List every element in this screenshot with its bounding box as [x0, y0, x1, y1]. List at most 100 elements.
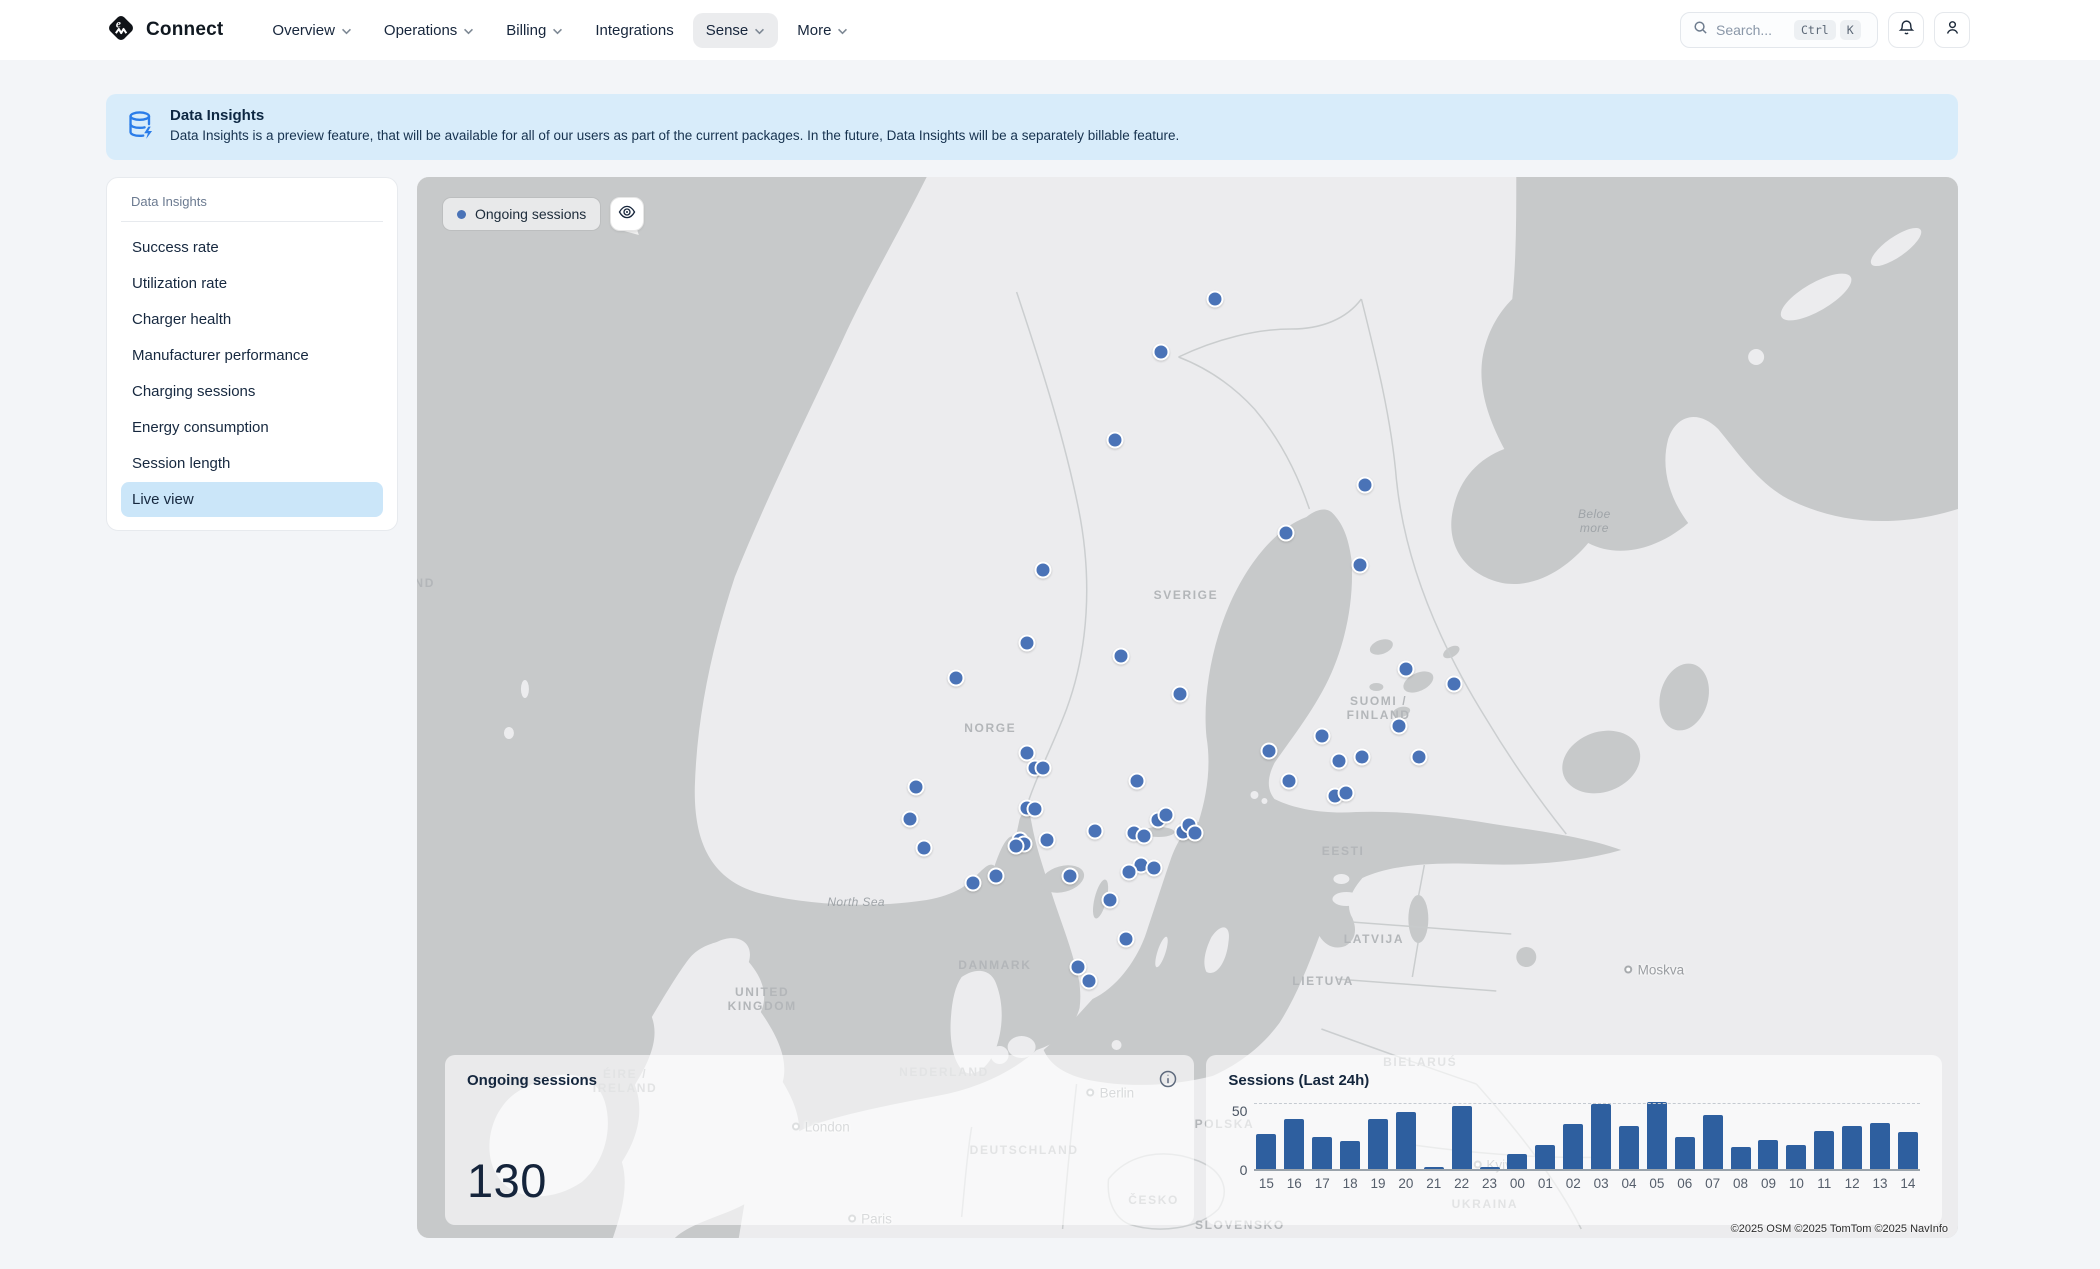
x-tick-14: 14 — [1898, 1176, 1918, 1191]
sidebar-item-manufacturer-performance[interactable]: Manufacturer performance — [121, 338, 383, 373]
sidebar-item-utilization-rate[interactable]: Utilization rate — [121, 266, 383, 301]
session-dot[interactable] — [908, 779, 925, 796]
x-tick-04: 04 — [1619, 1176, 1639, 1191]
x-tick-18: 18 — [1340, 1176, 1360, 1191]
ongoing-sessions-card: Ongoing sessions 130 — [445, 1055, 1194, 1225]
sidebar-item-charging-sessions[interactable]: Charging sessions — [121, 374, 383, 409]
legend-ongoing-sessions[interactable]: Ongoing sessions — [443, 198, 600, 230]
info-icon[interactable] — [1158, 1069, 1178, 1094]
shortcut-key-ctrl: Ctrl — [1794, 20, 1836, 40]
session-dot[interactable] — [1313, 728, 1330, 745]
nav-item-operations[interactable]: Operations — [371, 13, 487, 48]
session-dot[interactable] — [1117, 930, 1134, 947]
bar-hour-12 — [1842, 1126, 1862, 1169]
session-dot[interactable] — [1008, 838, 1025, 855]
session-dot[interactable] — [1187, 824, 1204, 841]
session-dot[interactable] — [1128, 772, 1145, 789]
session-dot[interactable] — [902, 810, 919, 827]
sidebar-item-session-length[interactable]: Session length — [121, 446, 383, 481]
session-dot[interactable] — [1087, 822, 1104, 839]
user-icon — [1944, 19, 1961, 41]
chevron-down-icon — [463, 22, 474, 39]
x-tick-03: 03 — [1591, 1176, 1611, 1191]
toggle-visibility-button[interactable] — [610, 197, 644, 231]
session-dot[interactable] — [1352, 557, 1369, 574]
data-insights-banner: Data Insights Data Insights is a preview… — [106, 94, 1958, 160]
session-dot[interactable] — [1390, 717, 1407, 734]
session-dot[interactable] — [1207, 291, 1224, 308]
nav-item-integrations[interactable]: Integrations — [582, 13, 686, 48]
x-tick-16: 16 — [1284, 1176, 1304, 1191]
sidebar-item-success-rate[interactable]: Success rate — [121, 230, 383, 265]
session-dot[interactable] — [1136, 827, 1153, 844]
account-button[interactable] — [1934, 12, 1970, 48]
sidebar-item-energy-consumption[interactable]: Energy consumption — [121, 410, 383, 445]
session-dot[interactable] — [1410, 749, 1427, 766]
sidebar-items: Success rateUtilization rateCharger heal… — [121, 230, 383, 517]
session-dot[interactable] — [1281, 772, 1298, 789]
session-dot[interactable] — [1034, 561, 1051, 578]
nav-item-overview[interactable]: Overview — [259, 13, 365, 48]
notifications-button[interactable] — [1888, 12, 1924, 48]
x-tick-10: 10 — [1786, 1176, 1806, 1191]
session-dot[interactable] — [948, 669, 965, 686]
x-tick-00: 00 — [1507, 1176, 1527, 1191]
database-lightning-icon — [126, 110, 156, 147]
search-box[interactable]: CtrlK — [1680, 12, 1878, 48]
session-dot[interactable] — [1019, 634, 1036, 651]
x-tick-01: 01 — [1535, 1176, 1555, 1191]
bar-hour-04 — [1619, 1126, 1639, 1169]
eye-icon — [618, 203, 636, 226]
live-view-map[interactable]: SVERIGENORGESUOMI / FINLANDEESTILATVIJAL… — [417, 177, 1958, 1238]
brand[interactable]: e Connect — [106, 13, 223, 48]
bar-hour-01 — [1535, 1145, 1555, 1169]
session-dot[interactable] — [1153, 344, 1170, 361]
session-dot[interactable] — [1113, 647, 1130, 664]
bar-hour-18 — [1340, 1141, 1360, 1169]
session-dot[interactable] — [1398, 661, 1415, 678]
session-dot[interactable] — [1145, 859, 1162, 876]
session-dot[interactable] — [1034, 759, 1051, 776]
sessions-bar-plot — [1254, 1103, 1920, 1171]
x-tick-08: 08 — [1731, 1176, 1751, 1191]
session-dot[interactable] — [915, 839, 932, 856]
chevron-down-icon — [754, 22, 765, 39]
nav-item-sense[interactable]: Sense — [693, 13, 779, 48]
session-dot[interactable] — [1107, 432, 1124, 449]
x-tick-15: 15 — [1256, 1176, 1276, 1191]
nav-item-billing[interactable]: Billing — [493, 13, 576, 48]
session-dot[interactable] — [1039, 832, 1056, 849]
x-tick-23: 23 — [1480, 1176, 1500, 1191]
shortcut-key-k: K — [1840, 20, 1861, 40]
sidebar-item-charger-health[interactable]: Charger health — [121, 302, 383, 337]
session-dot[interactable] — [1062, 868, 1079, 885]
session-dot[interactable] — [988, 868, 1005, 885]
sidebar-item-live-view[interactable]: Live view — [121, 482, 383, 517]
bar-hour-23 — [1480, 1167, 1500, 1169]
bar-hour-03 — [1591, 1104, 1611, 1169]
session-dot[interactable] — [1171, 685, 1188, 702]
chevron-down-icon — [552, 22, 563, 39]
nav-item-more[interactable]: More — [784, 13, 861, 48]
session-dot[interactable] — [1157, 806, 1174, 823]
bar-hour-07 — [1703, 1115, 1723, 1169]
search-input[interactable] — [1716, 22, 1786, 38]
ongoing-sessions-dot-icon — [457, 210, 466, 219]
session-dot[interactable] — [1338, 785, 1355, 802]
bar-hour-02 — [1563, 1124, 1583, 1169]
session-dot[interactable] — [1330, 752, 1347, 769]
banner-title: Data Insights — [170, 107, 1179, 124]
session-dot[interactable] — [1120, 863, 1137, 880]
session-dot[interactable] — [1353, 749, 1370, 766]
session-dot[interactable] — [1080, 973, 1097, 990]
sessions-chart-card: Sessions (Last 24h) 50 0 151617181920212… — [1206, 1055, 1942, 1225]
session-dot[interactable] — [965, 874, 982, 891]
session-dot[interactable] — [1446, 676, 1463, 693]
session-dot[interactable] — [1278, 525, 1295, 542]
session-dot[interactable] — [1261, 743, 1278, 760]
x-tick-21: 21 — [1424, 1176, 1444, 1191]
session-dot[interactable] — [1356, 476, 1373, 493]
search-icon — [1693, 20, 1708, 40]
session-dot[interactable] — [1102, 891, 1119, 908]
session-dot[interactable] — [1026, 801, 1043, 818]
